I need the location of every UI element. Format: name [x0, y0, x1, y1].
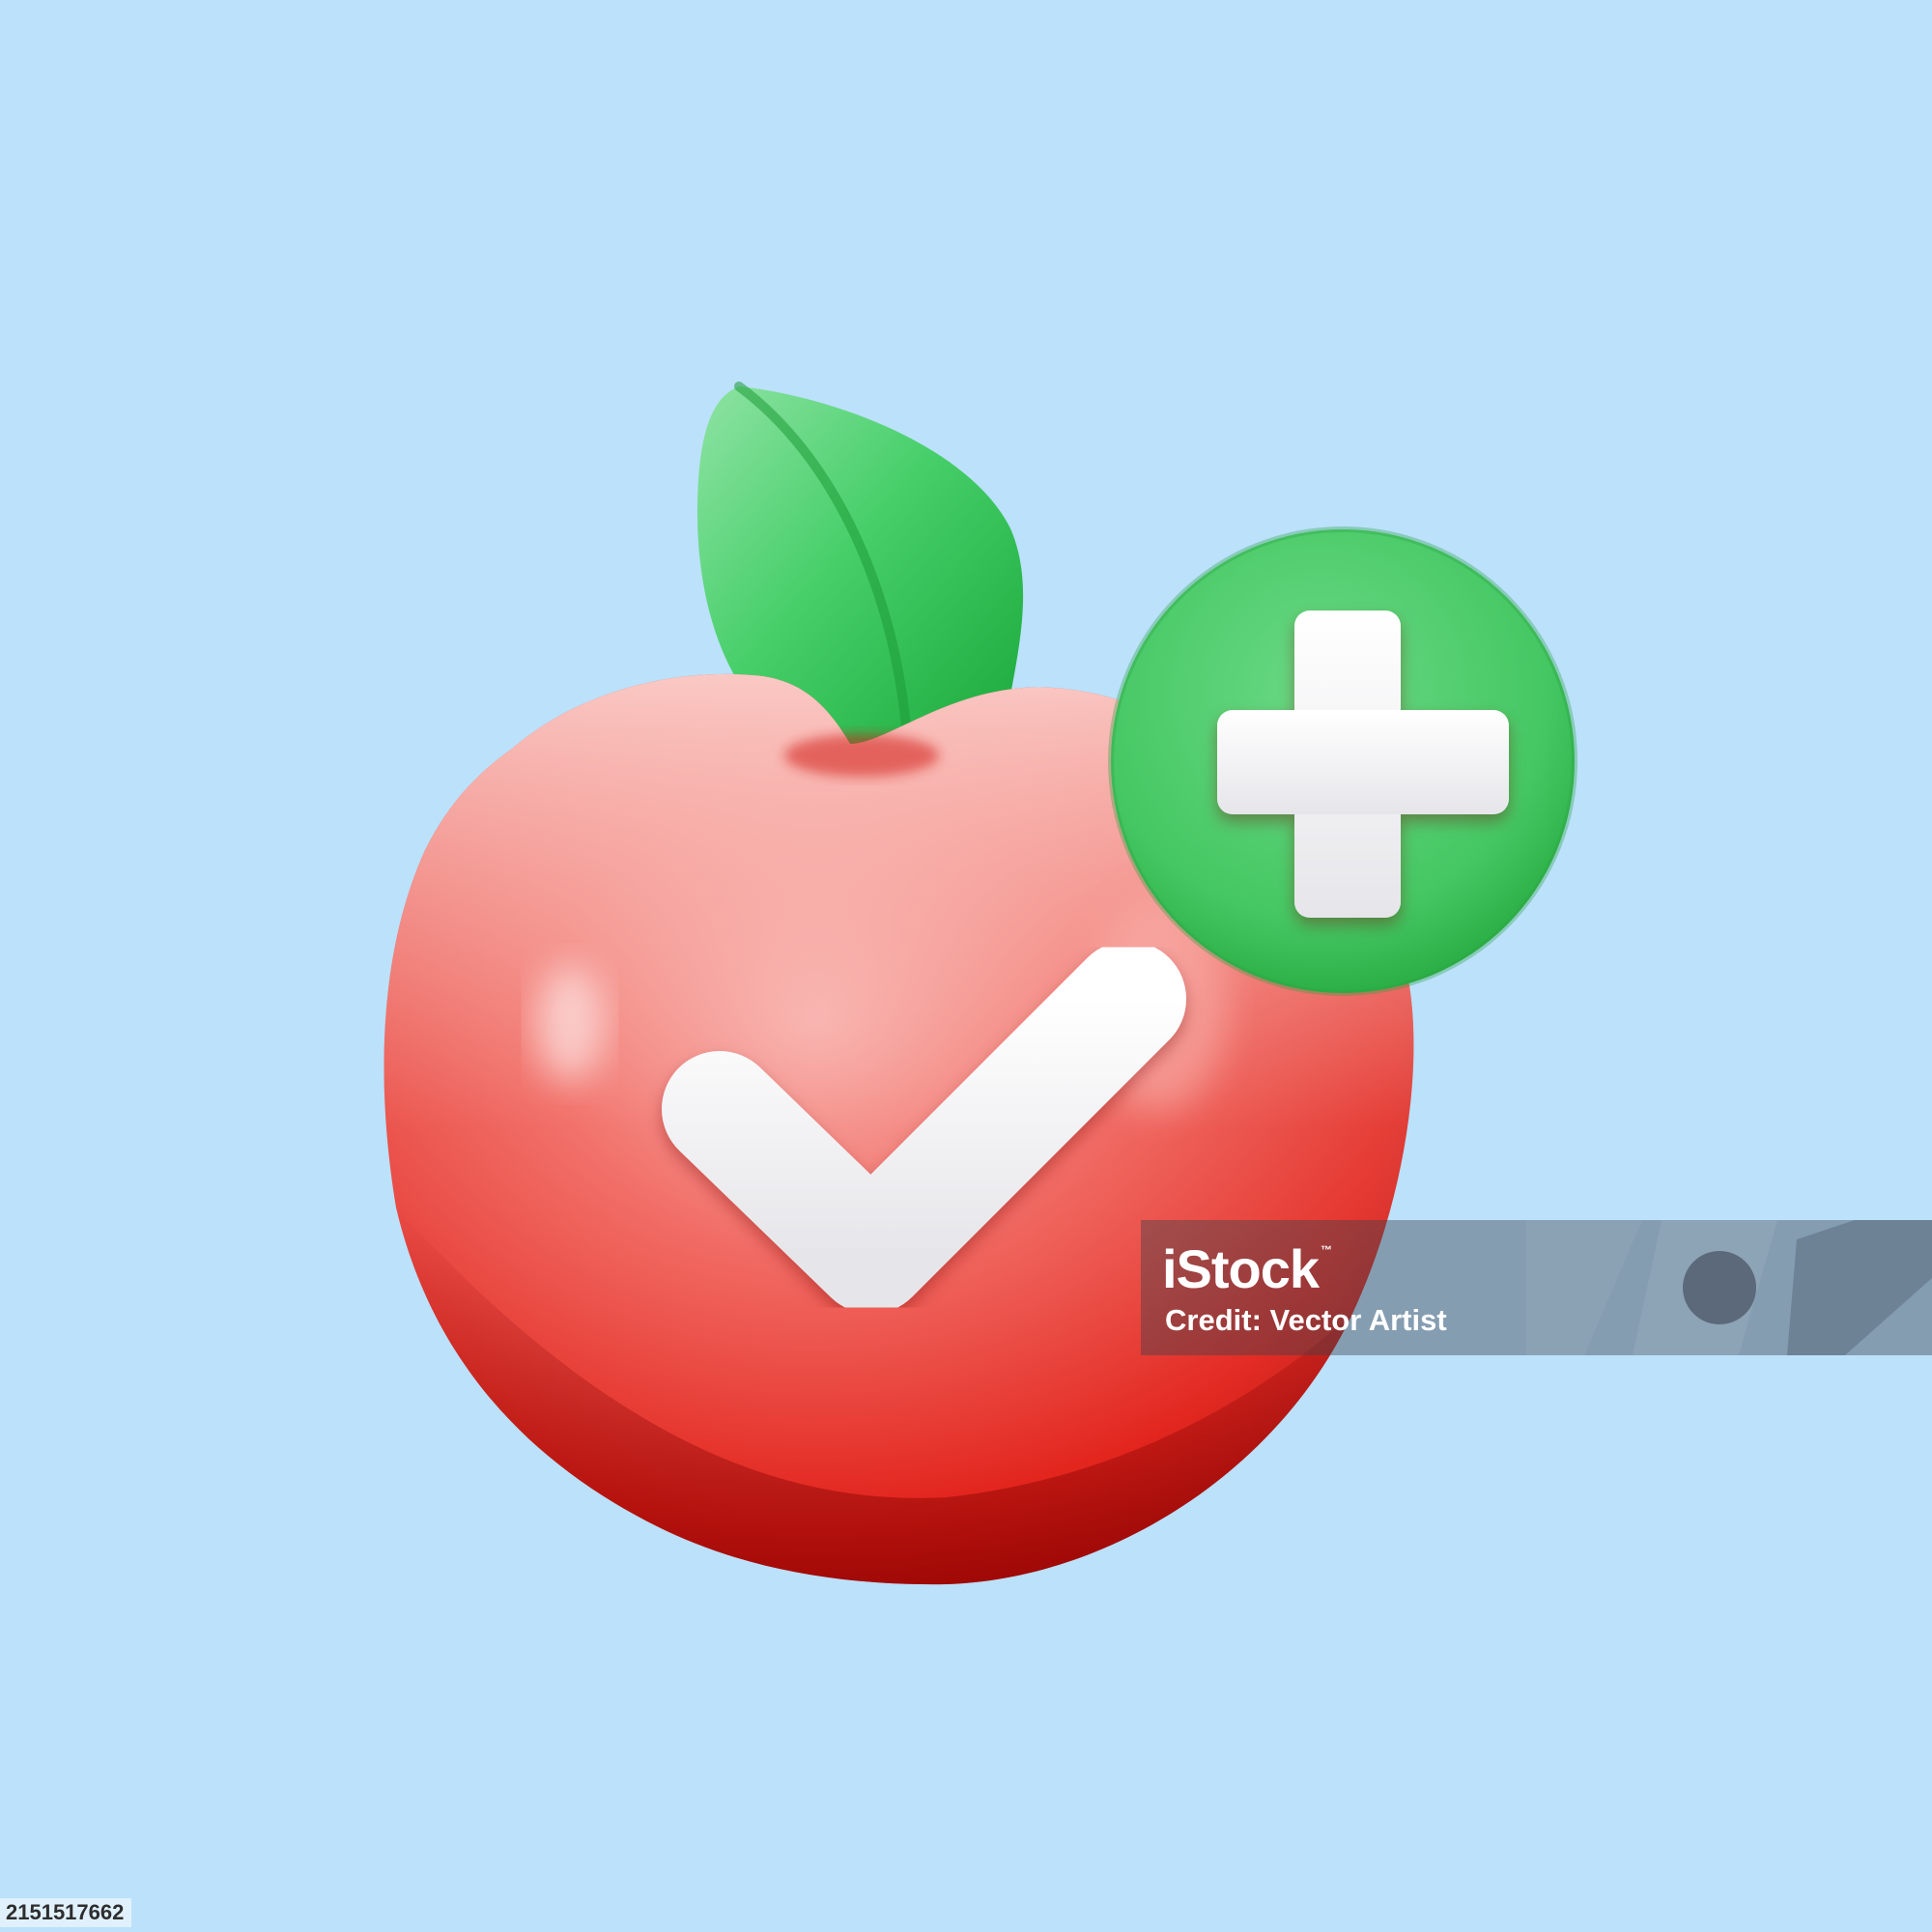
plus-badge: [1108, 526, 1577, 996]
watermark-credit: Credit: Vector Artist: [1165, 1303, 1447, 1337]
apple-health-illustration: [384, 382, 1577, 1585]
watermark: iStock ™ Credit: Vector Artist: [1141, 1220, 1932, 1355]
image-id-label: 2151517662: [0, 1898, 132, 1927]
watermark-logo: iStock ™: [1162, 1238, 1332, 1299]
watermark-pattern: [1526, 1220, 1932, 1355]
